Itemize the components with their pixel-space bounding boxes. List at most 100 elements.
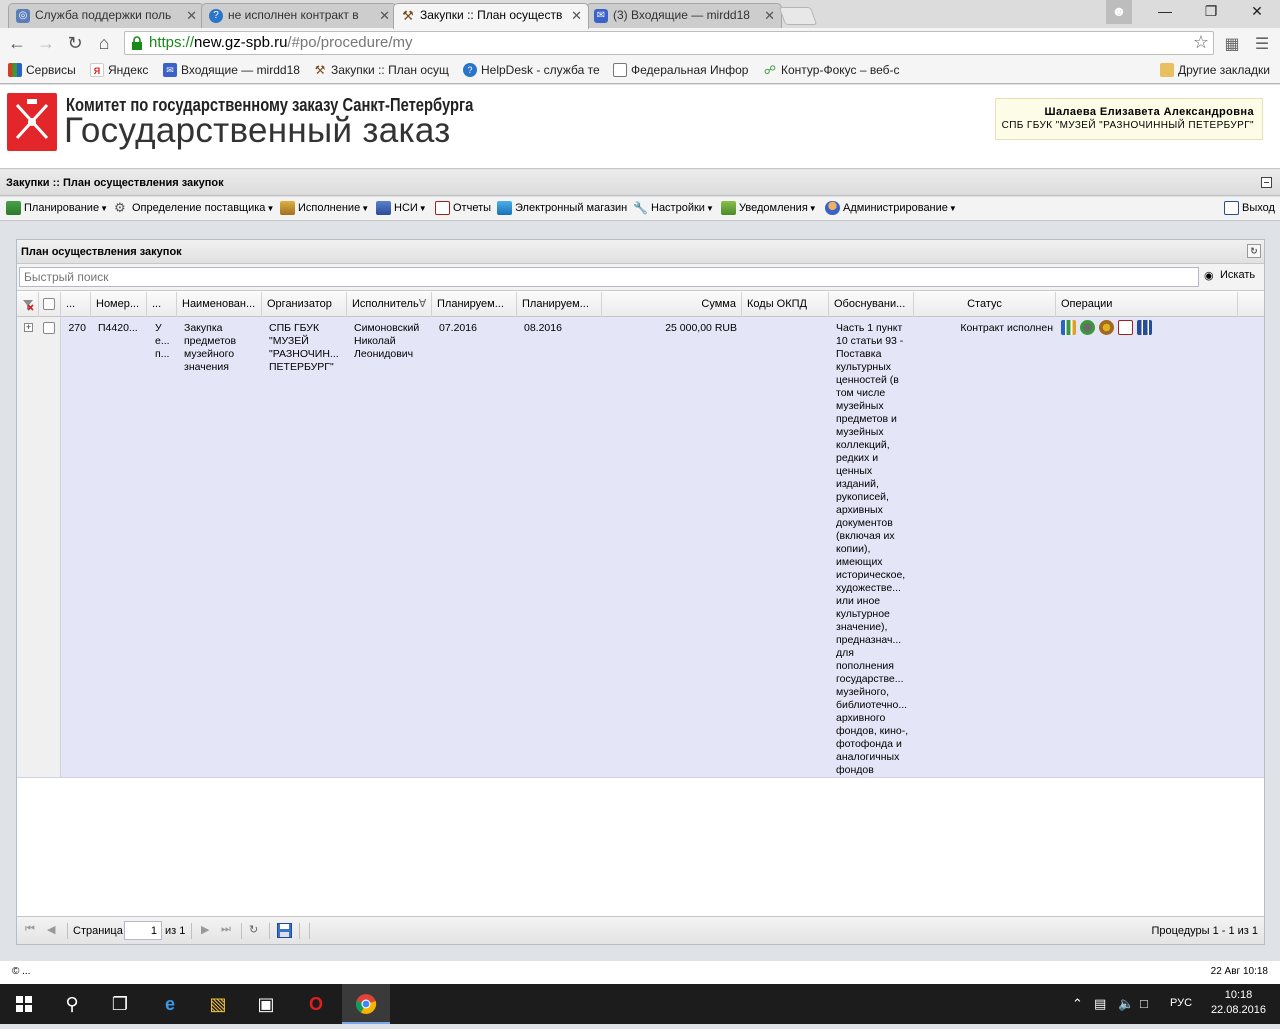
support-favicon-icon: ◎	[16, 9, 30, 23]
other-bookmarks[interactable]: Другие закладки	[1160, 63, 1270, 77]
bookmark-inbox[interactable]: ✉ Входящие — mirdd18	[163, 63, 300, 77]
tab-close-icon[interactable]: ✕	[571, 4, 582, 27]
chrome-menu-icon[interactable]: ☰	[1252, 34, 1272, 53]
menu-eshop[interactable]: Электронный магазин	[497, 201, 627, 215]
emblem-icon[interactable]	[1099, 320, 1114, 335]
tab-close-icon[interactable]: ✕	[186, 4, 197, 27]
profile-icon[interactable]: ☻	[1106, 0, 1132, 24]
save-icon[interactable]	[277, 923, 292, 941]
notifications-icon[interactable]: □	[1140, 996, 1148, 1011]
minimize-button[interactable]: —	[1142, 0, 1188, 24]
page-icon	[613, 63, 627, 77]
opera-icon[interactable]: O	[292, 984, 340, 1024]
menu-supplier[interactable]: ⚙ Определение поставщика▼	[114, 201, 274, 215]
col-okpd[interactable]: Коды ОКПД	[742, 292, 829, 317]
clear-filter-icon[interactable]	[17, 292, 39, 317]
reload-icon[interactable]: ↻	[64, 32, 86, 54]
menu-notifications[interactable]: Уведомления▼	[721, 201, 817, 215]
page-footer: © ... 22 Авг 10:18	[0, 961, 1280, 984]
gear-icon[interactable]	[1080, 320, 1095, 335]
menu-nsi[interactable]: НСИ▼	[376, 201, 427, 215]
bookmark-federal[interactable]: Федеральная Инфор	[613, 63, 748, 77]
quick-search-input[interactable]	[19, 267, 1199, 287]
col-name[interactable]: Наименован...	[177, 292, 262, 317]
menu-reports[interactable]: Отчеты	[435, 201, 491, 215]
first-page-icon[interactable]: ⏮	[25, 923, 35, 936]
browser-tab-helpdesk[interactable]: ? не исполнен контракт в ✕	[201, 3, 397, 28]
search-icon[interactable]: ⚲	[48, 984, 96, 1024]
exit-button[interactable]: Выход	[1224, 201, 1275, 215]
col-sum[interactable]: Сумма	[602, 292, 742, 317]
browser-tab-mail[interactable]: ✉ (3) Входящие — mirdd18 ✕	[586, 3, 782, 28]
extensions-icon[interactable]: ▦	[1222, 34, 1242, 53]
refresh-icon[interactable]: ↻	[249, 923, 258, 936]
tab-close-icon[interactable]: ✕	[379, 4, 390, 27]
page-number-input[interactable]	[124, 921, 162, 940]
page-title: Закупки :: План осуществления закупок	[6, 177, 224, 189]
planning-icon	[6, 201, 21, 215]
menu-settings[interactable]: 🔧 Настройки▼	[633, 201, 714, 215]
apps-grid-icon	[8, 63, 22, 77]
forward-arrow-icon[interactable]: →	[35, 32, 57, 54]
row-expand-icon[interactable]: +	[24, 323, 33, 332]
volume-icon[interactable]: 🔈	[1118, 996, 1134, 1012]
table-row[interactable]: + 270 П4420... У е... п... Закупка предм…	[17, 317, 1264, 778]
search-button[interactable]: ◉ Искать	[1204, 269, 1255, 282]
col-justification[interactable]: Обоснувани...	[829, 292, 914, 317]
language-indicator[interactable]: РУС	[1170, 997, 1192, 1009]
collapse-icon[interactable]	[1261, 177, 1272, 188]
store-icon[interactable]: ▣	[242, 984, 290, 1024]
menu-administration[interactable]: Администрирование▼	[825, 201, 957, 215]
select-all-header	[39, 292, 61, 317]
last-page-icon[interactable]: ⏭	[221, 923, 231, 936]
document-icon[interactable]	[1118, 320, 1133, 335]
col-planned-2[interactable]: Планируем...	[517, 292, 602, 317]
network-icon[interactable]: ▤	[1094, 996, 1106, 1012]
col-operations[interactable]: Операции	[1056, 292, 1238, 317]
home-icon[interactable]: ⌂	[93, 32, 115, 54]
panel-refresh-icon[interactable]: ↻	[1247, 244, 1261, 258]
col-organizer[interactable]: Организатор	[262, 292, 347, 317]
books-icon[interactable]	[1137, 320, 1152, 335]
taskbar-clock[interactable]: 10:18 22.08.2016	[1211, 988, 1266, 1018]
address-bar[interactable]: https://new.gz-spb.ru/#po/procedure/my ☆	[124, 31, 1214, 55]
browser-tab-support[interactable]: ◎ Служба поддержки поль ✕	[8, 3, 204, 28]
bookmark-kontur[interactable]: ☍ Контур-Фокус – веб-с	[763, 63, 900, 77]
col-status[interactable]: Статус	[914, 292, 1056, 317]
chrome-taskbar-icon[interactable]	[342, 984, 390, 1024]
prev-page-icon[interactable]: ◀	[47, 923, 55, 936]
bookmark-procurement[interactable]: ⚒ Закупки :: План осущ	[313, 63, 449, 77]
browser-tab-procurement[interactable]: ⚒ Закупки :: План осуществ ✕	[393, 3, 589, 29]
bookmark-services[interactable]: Сервисы	[8, 63, 76, 77]
edge-icon[interactable]: e	[146, 984, 194, 1024]
bookmark-yandex[interactable]: Я Яндекс	[90, 63, 148, 77]
task-view-icon[interactable]: ❐	[96, 984, 144, 1024]
tray-chevron-icon[interactable]: ⌃	[1072, 996, 1083, 1012]
file-explorer-icon[interactable]: ▧	[194, 984, 242, 1024]
close-window-button[interactable]: ✕	[1234, 0, 1280, 24]
tab-close-icon[interactable]: ✕	[764, 4, 775, 27]
row-checkbox[interactable]	[43, 322, 55, 334]
menu-execution[interactable]: Исполнение▼	[280, 201, 369, 215]
browser-toolbar: ← → ↻ ⌂ https://new.gz-spb.ru/#po/proced…	[0, 28, 1280, 58]
back-arrow-icon[interactable]: ←	[6, 32, 28, 54]
restore-button[interactable]: ❐	[1188, 0, 1234, 24]
row-controls: +	[17, 317, 61, 777]
bookmark-star-icon[interactable]: ☆	[1193, 32, 1209, 53]
windows-start-icon[interactable]	[0, 984, 48, 1024]
site-header: Комитет по государственному заказу Санкт…	[0, 85, 1280, 169]
col-number[interactable]: Номер...	[91, 292, 147, 317]
col-planned-1[interactable]: Планируем...	[432, 292, 517, 317]
window-controls: ☻ — ❐ ✕	[1106, 0, 1280, 24]
new-tab-button[interactable]	[778, 7, 818, 25]
pager-separator	[241, 923, 242, 939]
menu-planning[interactable]: Планирование▼	[6, 201, 108, 215]
chart-icon[interactable]	[1061, 320, 1076, 335]
next-page-icon[interactable]: ▶	[201, 923, 209, 936]
col-id[interactable]: ...	[61, 292, 91, 317]
bookmark-helpdesk[interactable]: ? HelpDesk - служба те	[463, 63, 600, 77]
lock-icon	[132, 36, 142, 50]
select-all-checkbox[interactable]	[43, 298, 55, 310]
col-executor[interactable]: Исполнитель∀	[347, 292, 432, 317]
col-type[interactable]: ...	[147, 292, 177, 317]
